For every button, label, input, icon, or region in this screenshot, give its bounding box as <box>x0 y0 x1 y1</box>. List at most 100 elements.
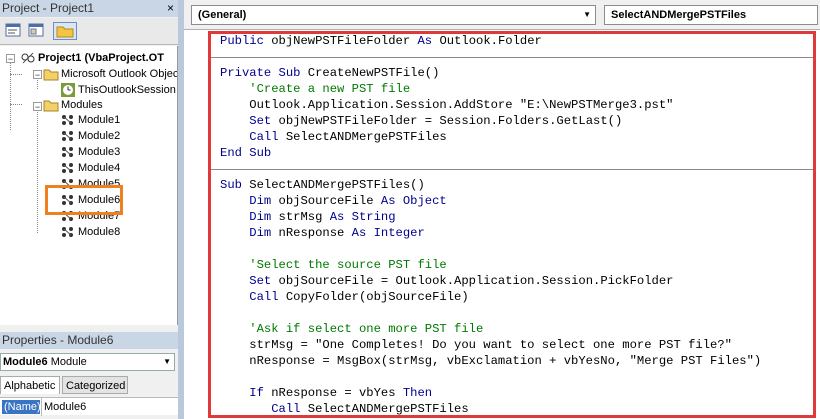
toggle-folders-button[interactable] <box>53 22 77 40</box>
code-keyword: Dim <box>220 194 279 208</box>
tree-expander[interactable]: − <box>33 102 42 112</box>
view-object-icon <box>28 23 44 37</box>
property-name: (Name) <box>2 400 41 414</box>
tree-connector <box>10 74 22 75</box>
code-text: SelectANDMergePSTFiles <box>307 402 469 416</box>
code-text: strMsg = "One Completes! Do you want to … <box>220 338 732 352</box>
tree-item-module[interactable]: Module2 <box>60 128 160 144</box>
object-combo-value: (General) <box>198 9 247 21</box>
code-line[interactable]: If nResponse = vbYes Then <box>220 385 432 401</box>
project-toolbar <box>0 18 178 45</box>
code-line[interactable]: Sub SelectANDMergePSTFiles() <box>220 177 425 193</box>
code-keyword: Call <box>220 290 286 304</box>
chevron-down-icon: ▼ <box>163 357 171 366</box>
code-text: Outlook.Application.Session.AddStore "E:… <box>220 98 674 112</box>
tree-expander[interactable]: − <box>33 70 42 80</box>
tree-item-module[interactable]: Module8 <box>60 224 160 240</box>
tree-root-project[interactable]: Project1 (VbaProject.OT <box>20 50 177 66</box>
procedure-separator <box>211 169 813 170</box>
code-line[interactable]: End Sub <box>220 145 271 161</box>
code-comment: 'Select the source PST file <box>220 258 447 272</box>
tree-item-module[interactable]: Module3 <box>60 144 160 160</box>
view-code-button[interactable] <box>4 22 24 40</box>
code-line[interactable]: Outlook.Application.Session.AddStore "E:… <box>220 97 673 113</box>
module6-highlight <box>45 185 123 215</box>
code-line[interactable]: Call SelectANDMergePSTFiles <box>220 129 446 145</box>
tree-item-thisoutlooksession[interactable]: ThisOutlookSession <box>60 82 177 98</box>
code-keyword: Then <box>402 386 433 400</box>
property-value[interactable]: Module6 <box>44 400 86 414</box>
procedure-combo[interactable]: SelectANDMergePSTFiles <box>604 5 818 25</box>
module-label: Module8 <box>78 226 121 238</box>
code-window: (General) ▼ SelectANDMergePSTFiles Publi… <box>184 0 820 419</box>
code-line[interactable]: Private Sub CreateNewPSTFile() <box>220 65 439 81</box>
code-line[interactable]: Set objSourceFile = Outlook.Application.… <box>220 273 673 289</box>
tree-folder-label: Microsoft Outlook Objec <box>61 68 178 80</box>
tree-item-module[interactable]: Module1 <box>60 112 160 128</box>
tree-item-module[interactable]: Module4 <box>60 160 160 176</box>
clock-icon <box>61 83 75 97</box>
properties-tabs: Alphabetic Categorized <box>0 376 178 394</box>
tree-expander[interactable]: − <box>6 54 15 64</box>
code-keyword: As <box>417 34 440 48</box>
tree-folder-outlook-objects[interactable]: Microsoft Outlook Objec <box>43 66 178 82</box>
close-icon[interactable]: × <box>167 1 174 15</box>
project-explorer-title: Project - Project1 × <box>0 0 178 17</box>
tree-root-label: Project1 (VbaProject.OT <box>38 52 164 64</box>
tree-connector <box>10 60 11 130</box>
code-keyword: Dim <box>220 226 279 240</box>
code-comment: 'Create a new PST file <box>220 82 411 96</box>
properties-object-combo[interactable]: Module6 Module ▼ <box>0 353 175 371</box>
chevron-down-icon: ▼ <box>583 10 591 19</box>
code-text: objNewPSTFileFolder = Session.Folders.Ge… <box>278 114 623 128</box>
code-comment: 'Ask if select one more PST file <box>220 322 484 336</box>
module-label: Module1 <box>78 114 121 126</box>
code-line[interactable]: Dim nResponse As Integer <box>220 225 425 241</box>
properties-title-text: Properties - Module6 <box>2 333 114 347</box>
code-editor[interactable]: Public objNewPSTFileFolder As Outlook.Fo… <box>184 31 820 419</box>
code-header: (General) ▼ SelectANDMergePSTFiles <box>184 0 820 30</box>
module-label: Module3 <box>78 146 121 158</box>
code-line[interactable]: Public objNewPSTFileFolder As Outlook.Fo… <box>220 33 542 49</box>
code-text: objNewPSTFileFolder <box>271 34 418 48</box>
code-text: strMsg <box>278 210 330 224</box>
code-keyword: Call <box>220 130 286 144</box>
tree-folder-modules[interactable]: Modules <box>43 97 163 113</box>
procedure-combo-value: SelectANDMergePSTFiles <box>611 9 747 21</box>
properties-object-type: Module <box>50 356 87 368</box>
code-line[interactable]: nResponse = MsgBox(strMsg, vbExclamation… <box>220 353 761 369</box>
tree-connector <box>10 104 22 105</box>
code-line[interactable]: Set objNewPSTFileFolder = Session.Folder… <box>220 113 622 129</box>
folder-icon <box>56 26 74 38</box>
code-keyword: If <box>220 386 272 400</box>
properties-object-name: Module6 <box>3 356 48 368</box>
code-line[interactable]: 'Ask if select one more PST file <box>220 321 483 337</box>
code-line[interactable]: 'Create a new PST file <box>220 81 410 97</box>
folder-icon <box>43 69 59 81</box>
tab-categorized[interactable]: Categorized <box>62 376 128 394</box>
module-icon <box>62 131 73 141</box>
properties-title: Properties - Module6 <box>0 332 178 349</box>
code-line[interactable]: Call CopyFolder(objSourceFile) <box>220 289 468 305</box>
code-text: nResponse = vbYes <box>271 386 403 400</box>
tree-folder-label: Modules <box>61 99 103 111</box>
module-label: Module4 <box>78 162 121 174</box>
code-keyword: Set <box>220 114 279 128</box>
code-line[interactable]: 'Select the source PST file <box>220 257 447 273</box>
property-row[interactable]: (Name) Module6 <box>0 397 178 416</box>
code-keyword: Set <box>220 274 279 288</box>
code-keyword: End Sub <box>220 146 272 160</box>
code-line[interactable]: Dim objSourceFile As Object <box>220 193 447 209</box>
view-object-button[interactable] <box>27 22 47 40</box>
code-keyword: Public <box>220 34 272 48</box>
code-line[interactable]: Call SelectANDMergePSTFiles <box>220 401 469 417</box>
code-line[interactable]: strMsg = "One Completes! Do you want to … <box>220 337 732 353</box>
code-line[interactable]: Dim strMsg As String <box>220 209 395 225</box>
folder-icon <box>43 100 59 112</box>
view-code-icon <box>5 23 21 37</box>
module-icon <box>62 115 73 125</box>
tab-alphabetic[interactable]: Alphabetic <box>0 376 60 394</box>
object-combo[interactable]: (General) ▼ <box>191 5 596 25</box>
property-divider <box>41 398 42 416</box>
code-text: objSourceFile = Outlook.Application.Sess… <box>278 274 674 288</box>
